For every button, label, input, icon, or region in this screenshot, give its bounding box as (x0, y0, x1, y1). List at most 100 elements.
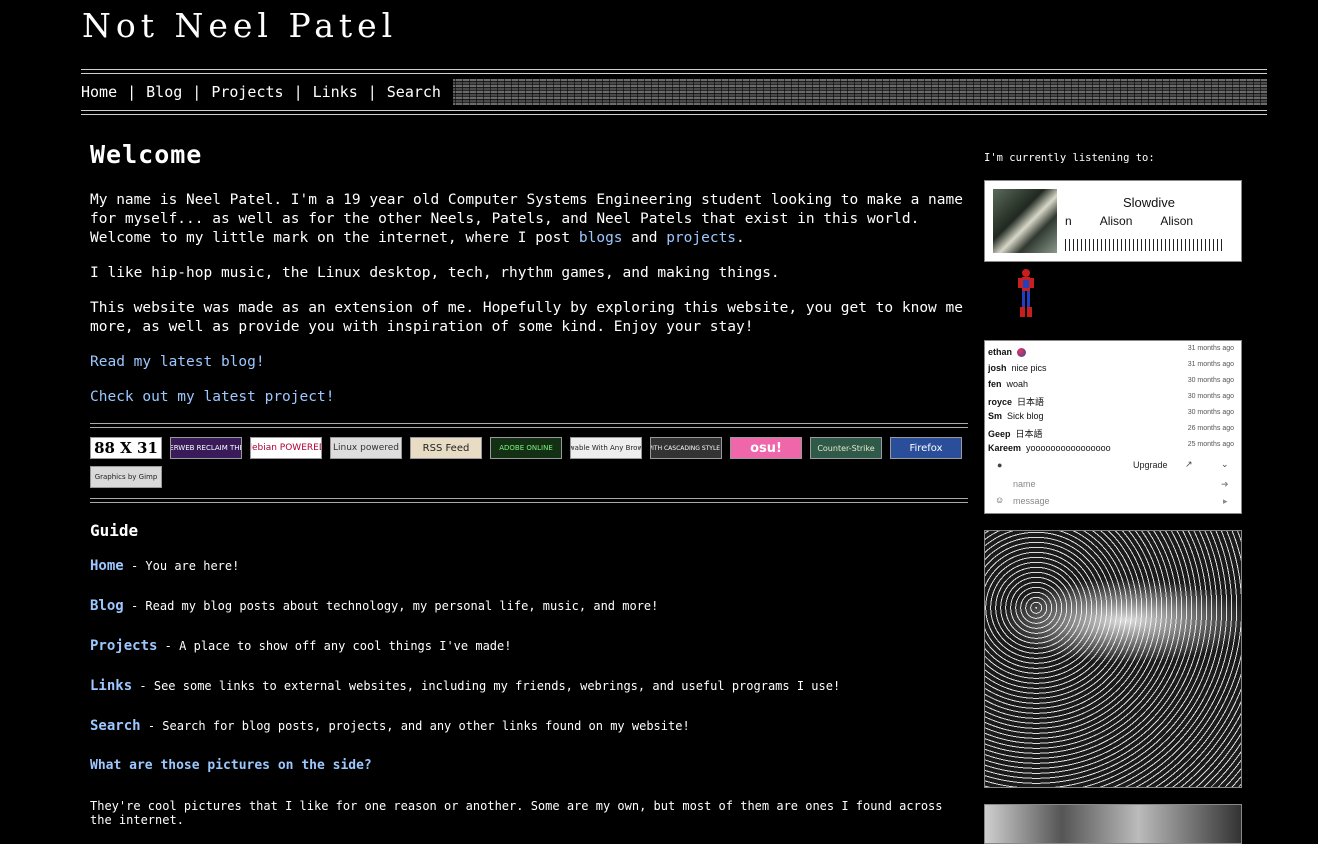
badge-gimp[interactable]: Graphics by Gimp (90, 466, 162, 488)
chat-text: woah (1006, 379, 1029, 389)
side-picture (984, 804, 1242, 844)
guide-desc: You are here! (145, 559, 240, 573)
chat-message: royce 日本語 30 months ago (988, 393, 1238, 408)
divider (90, 498, 968, 503)
guide-link-blog[interactable]: Blog (90, 598, 124, 614)
guide-item-home: Home - You are here! (90, 558, 968, 574)
guide-link-links[interactable]: Links (90, 678, 132, 694)
chat-message: josh nice pics 31 months ago (988, 361, 1238, 373)
chat-time: 30 months ago (1187, 377, 1234, 384)
external-link-icon[interactable]: ↗ (1185, 459, 1193, 470)
nav-separator: | (192, 83, 202, 101)
badge-adobe-online[interactable]: ADOBE ONLINE (490, 437, 562, 459)
guide-desc: Read my blog posts about technology, my … (145, 599, 659, 613)
chat-time: 31 months ago (1187, 345, 1234, 352)
nav-home[interactable]: Home (81, 83, 117, 101)
guide-link-projects[interactable]: Projects (90, 638, 157, 654)
emoji-icon[interactable]: ☺ (995, 495, 1004, 505)
guide-dash: - (130, 559, 139, 573)
blogs-link[interactable]: blogs (579, 230, 623, 246)
nav-blog[interactable]: Blog (146, 83, 182, 101)
chevron-down-icon[interactable]: ⌄ (1221, 459, 1229, 470)
starry-sky-picture (984, 530, 1242, 788)
waveform (1065, 239, 1225, 251)
chat-time: 25 months ago (1187, 441, 1234, 448)
chat-message: fen woah 30 months ago (988, 377, 1238, 389)
chat-username: royce (988, 397, 1013, 407)
projects-link[interactable]: projects (666, 230, 736, 246)
badge-linux[interactable]: Linux powered (330, 437, 402, 459)
chat-text: 日本語 (1017, 397, 1045, 407)
chat-message: Kareem yoooooooooooooooo 25 months ago (988, 441, 1238, 453)
guide-dash: - (139, 679, 147, 693)
chat-name-row: name ➜ (985, 479, 1241, 493)
guide-item-links: Links - See some links to external websi… (90, 678, 968, 694)
header-rule-top (81, 69, 1267, 74)
chat-username: Kareem (988, 443, 1022, 453)
site-title: Not Neel Patel (82, 6, 398, 45)
badge-firefox[interactable]: Firefox (890, 437, 962, 459)
guide-link-search[interactable]: Search (90, 718, 141, 734)
latest-blog-link[interactable]: Read my latest blog! (90, 354, 265, 370)
chat-name-input[interactable]: name (1013, 479, 1036, 489)
pictures-question: What are those pictures on the side? (90, 758, 372, 773)
interests-paragraph: I like hip-hop music, the Linux desktop,… (90, 265, 780, 281)
intro-and: and (622, 230, 667, 246)
chat-username: fen (988, 379, 1002, 389)
chat-time: 31 months ago (1187, 361, 1234, 368)
chat-username: Geep (988, 429, 1011, 439)
main-content: Welcome My name is Neel Patel. I'm a 19 … (90, 140, 968, 827)
badge-yesterweb[interactable]: YESTERWEB RECLAIM THE NET (170, 437, 242, 459)
chat-time: 30 months ago (1187, 409, 1234, 416)
chat-username: josh (988, 363, 1007, 373)
chat-box-widget: ethan 31 months ago josh nice pics 31 month… (984, 340, 1242, 514)
chat-message: Geep 日本語 26 months ago (988, 425, 1238, 440)
badge-css[interactable]: MADE WITH CASCADING STYLE SHEETS (650, 437, 722, 459)
header-rule-bottom (81, 110, 1267, 115)
badge-counter-strike[interactable]: Counter-Strike (810, 437, 882, 459)
intro-paragraph: My name is Neel Patel. I'm a 19 year old… (90, 191, 968, 248)
welcome-heading: Welcome (90, 140, 203, 169)
intro-end: . (736, 230, 745, 246)
globe-icon (1017, 348, 1027, 358)
chat-message: Sm Sick blog 30 months ago (988, 409, 1238, 421)
badge-88x31[interactable]: 88 X 31 (90, 437, 162, 459)
send-icon[interactable]: ▸ (1223, 496, 1228, 507)
badge-buttons: 88 X 31 YESTERWEB RECLAIM THE NET debian… (90, 428, 968, 498)
chat-text: yoooooooooooooooo (1026, 443, 1111, 453)
guide-desc: Search for blog posts, projects, and any… (162, 719, 690, 733)
badge-debian[interactable]: debian POWERED (250, 437, 322, 459)
now-playing-artist: Slowdive (1123, 195, 1176, 210)
guide-desc: See some links to external websites, inc… (153, 679, 841, 693)
badge-rss[interactable]: RSS Feed (410, 437, 482, 459)
chat-message-row: ☺ message ▸ (985, 495, 1241, 510)
latest-project-link[interactable]: Check out my latest project! (90, 389, 334, 405)
guide-item-blog: Blog - Read my blog posts about technolo… (90, 598, 968, 614)
chat-message-input[interactable]: message (1013, 496, 1050, 506)
nav-links[interactable]: Links (313, 83, 358, 101)
guide-heading: Guide (90, 521, 139, 540)
now-playing-widget[interactable]: Slowdive n Alison Alison (984, 180, 1242, 262)
nav-projects[interactable]: Projects (211, 83, 283, 101)
about-site-paragraph: This website was made as an extension of… (90, 300, 963, 335)
guide-link-home[interactable]: Home (90, 558, 124, 574)
chat-text: nice pics (1011, 363, 1047, 373)
chat-username: Sm (988, 411, 1003, 421)
badge-any-browser[interactable]: Viewable With Any Browser (570, 437, 642, 459)
chat-time: 26 months ago (1187, 425, 1234, 432)
intro-text: My name is Neel Patel. I'm a 19 year old… (90, 192, 963, 246)
user-icon[interactable]: ● (997, 460, 1002, 470)
now-playing-album: Alison (1099, 214, 1133, 228)
chat-time: 30 months ago (1187, 393, 1234, 400)
upgrade-link[interactable]: Upgrade (1133, 460, 1168, 470)
badge-osu[interactable]: osu! (730, 437, 802, 459)
login-icon[interactable]: ➜ (1221, 479, 1229, 490)
nav-separator: | (127, 83, 137, 101)
guide-desc: A place to show off any cool things I've… (179, 639, 512, 653)
nav-separator: | (293, 83, 303, 101)
now-playing-details: n Alison Alison (1065, 214, 1221, 228)
album-cover (993, 189, 1057, 253)
chat-toolbar: ● Upgrade ↗ ⌄ (985, 459, 1241, 473)
nav-search[interactable]: Search (387, 83, 441, 101)
guide-item-projects: Projects - A place to show off any cool … (90, 638, 968, 654)
